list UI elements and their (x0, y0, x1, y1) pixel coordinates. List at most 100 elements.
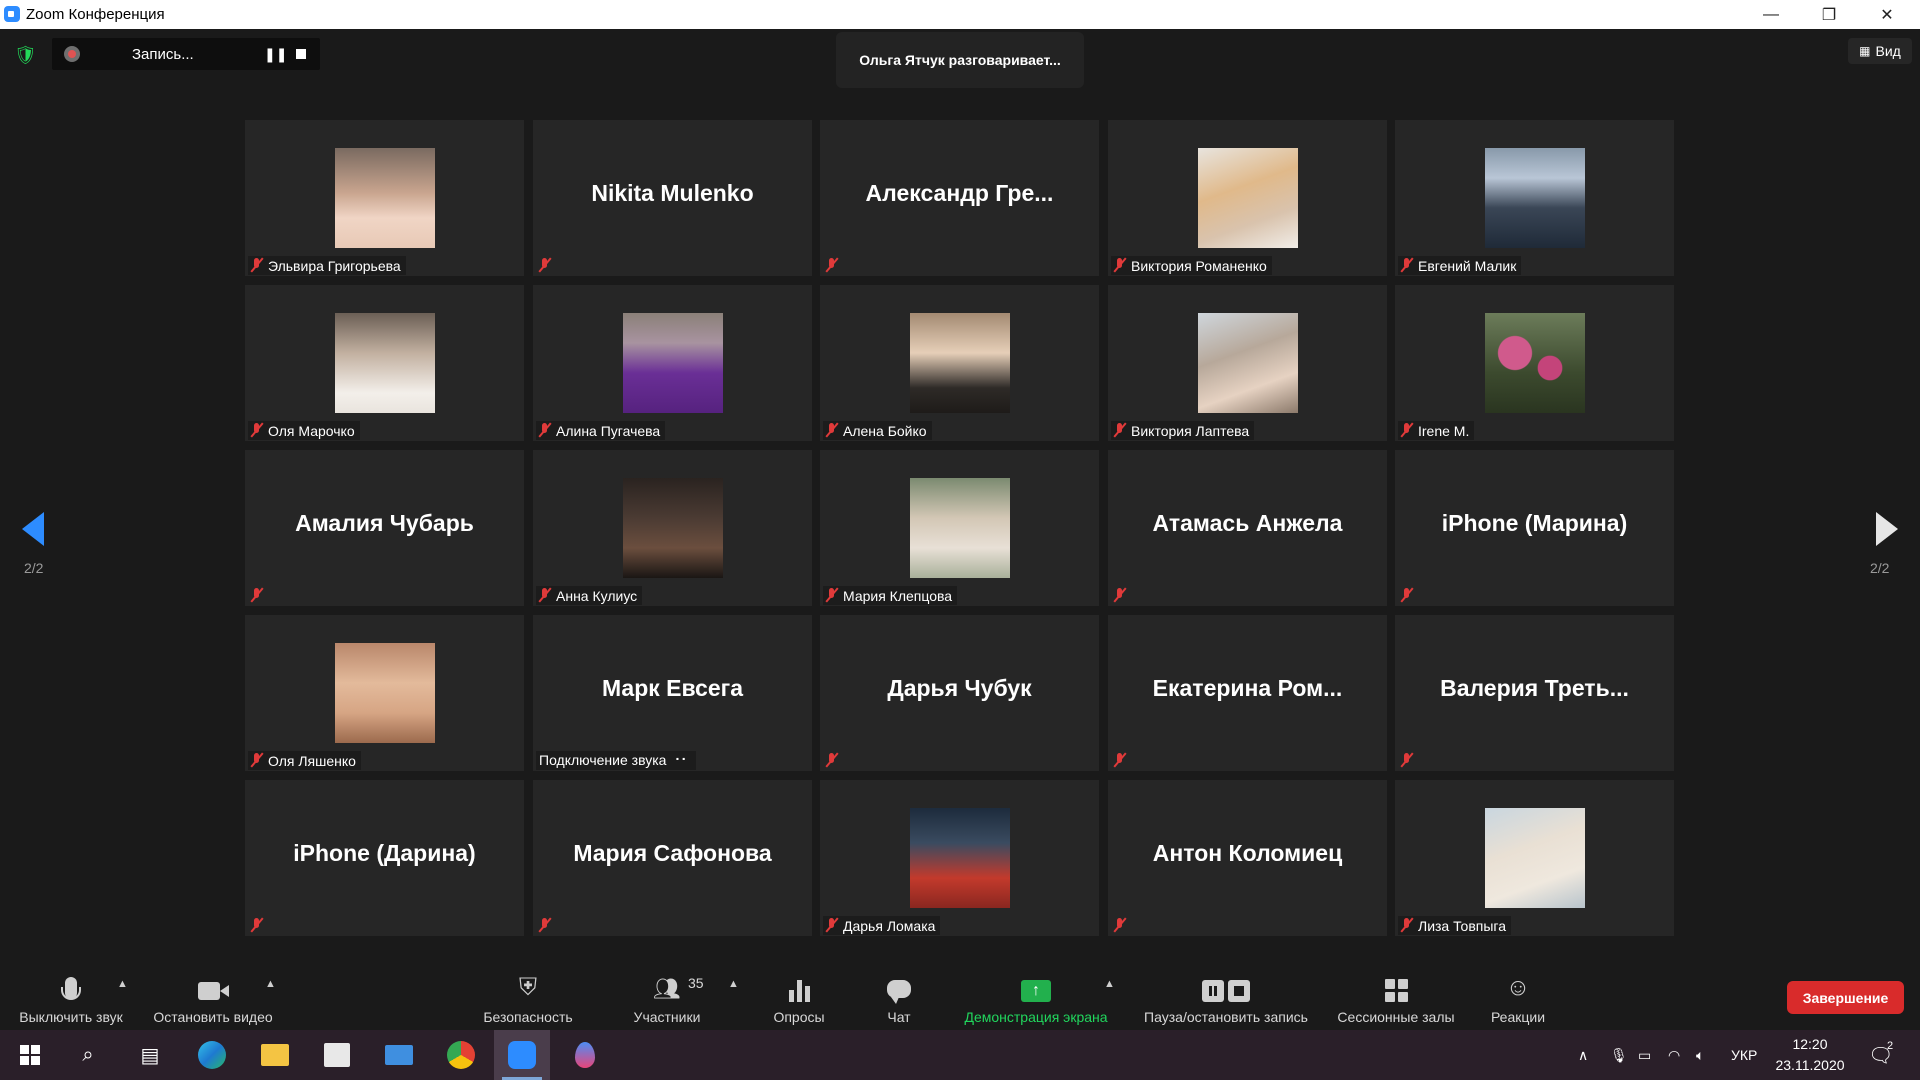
participant-tile[interactable]: Алена Бойко (820, 285, 1099, 441)
tray-volume-icon[interactable]: 🔈︎ (1696, 1030, 1704, 1080)
participant-tile[interactable]: Алина Пугачева (533, 285, 812, 441)
participant-name-label: Алина Пугачева (536, 421, 666, 440)
shield-icon: ⛨ (519, 974, 537, 1001)
participant-tile[interactable]: Екатерина Ром... (1108, 615, 1387, 771)
chat-button[interactable]: Чат (868, 958, 930, 1030)
view-button[interactable]: ▦ Вид (1848, 38, 1912, 64)
window-title: Zoom Конференция (26, 6, 165, 23)
participant-video (335, 148, 435, 248)
participant-tile[interactable]: iPhone (Марина) (1395, 450, 1674, 606)
participant-tile[interactable]: Виктория Романенко (1108, 120, 1387, 276)
window-titlebar: Zoom Конференция — ❐ ✕ (0, 0, 1920, 29)
muted-mic-icon (539, 588, 550, 603)
system-clock[interactable]: 12:20 23.11.2020 (1760, 1034, 1860, 1076)
security-button[interactable]: ⛨ Безопасность (474, 958, 582, 1030)
task-view-icon[interactable]: ▤ (128, 1030, 172, 1080)
muted-mic-icon (1114, 753, 1125, 768)
mail-icon[interactable] (376, 1030, 422, 1080)
tray-battery-icon[interactable]: ▭ (1638, 1030, 1651, 1080)
participant-tile[interactable]: Оля Ляшенко (245, 615, 524, 771)
participant-tile[interactable]: Дарья Ломака (820, 780, 1099, 936)
participant-name-label (248, 916, 267, 935)
edge-browser-icon[interactable] (190, 1030, 234, 1080)
participant-tile[interactable]: Александр Гре... (820, 120, 1099, 276)
muted-mic-icon (539, 918, 550, 933)
participant-tile[interactable]: Nikita Mulenko (533, 120, 812, 276)
end-meeting-button[interactable]: Завершение (1787, 981, 1904, 1014)
file-explorer-icon[interactable] (252, 1030, 298, 1080)
close-button[interactable]: ✕ (1858, 0, 1916, 29)
pause-stop-recording-button[interactable]: Пауза/остановить запись (1134, 958, 1318, 1030)
rooms-label: Сессионные залы (1337, 1009, 1455, 1025)
next-page-arrow-icon[interactable] (1870, 508, 1900, 548)
page-indicator-left: 2/2 (24, 560, 44, 576)
windows-start-icon[interactable] (8, 1030, 52, 1080)
muted-mic-icon (826, 918, 837, 933)
participants-button[interactable]: 👥︎ Участники (618, 958, 716, 1030)
minimize-button[interactable]: — (1742, 0, 1800, 29)
share-screen-button[interactable]: ↑ Демонстрация экрана (956, 958, 1116, 1030)
participant-display-name: Екатерина Ром... (1152, 675, 1343, 701)
pause-recording-button[interactable]: ❚❚ (264, 46, 287, 63)
participant-tile[interactable]: Оля Марочко (245, 285, 524, 441)
muted-mic-icon (1401, 423, 1412, 438)
stop-video-button[interactable]: Остановить видео (146, 958, 280, 1030)
participant-name-label: Евгений Малик (1398, 256, 1522, 275)
participant-display-name: Мария Сафонова (573, 840, 772, 866)
zoom-app-icon (4, 6, 20, 22)
video-options-chevron-icon[interactable]: ▲ (265, 978, 276, 990)
notifications-icon[interactable]: 🗨︎ (1868, 1030, 1893, 1080)
search-icon[interactable]: ⌕ (66, 1030, 110, 1080)
muted-mic-icon (826, 423, 837, 438)
prev-page-arrow-icon[interactable] (20, 508, 50, 548)
participant-tile[interactable]: Амалия Чубарь (245, 450, 524, 606)
participant-name: Эльвира Григорьева (268, 257, 401, 274)
recording-dot-icon (64, 46, 80, 62)
restore-button[interactable]: ❐ (1800, 0, 1858, 29)
audio-options-chevron-icon[interactable]: ▲ (117, 978, 128, 990)
share-options-chevron-icon[interactable]: ▲ (1104, 978, 1115, 990)
language-indicator[interactable]: УКР (1731, 1030, 1757, 1080)
participant-display-name: Дарья Чубук (887, 675, 1032, 701)
store-icon[interactable] (314, 1030, 360, 1080)
tray-wifi-icon[interactable]: ◠ (1668, 1030, 1680, 1080)
participant-tile[interactable]: Irene M. (1395, 285, 1674, 441)
participant-name: Оля Ляшенко (268, 752, 356, 769)
video-label: Остановить видео (153, 1009, 273, 1025)
participant-name: Мария Клепцова (843, 587, 953, 604)
participant-tile[interactable]: Мария Клепцова (820, 450, 1099, 606)
polls-button[interactable]: Опросы (754, 958, 844, 1030)
participant-tile[interactable]: iPhone (Дарина) (245, 780, 524, 936)
participant-tile[interactable]: Виктория Лаптева (1108, 285, 1387, 441)
paint-app-icon[interactable] (560, 1030, 610, 1080)
participant-tile[interactable]: Антон Коломиец (1108, 780, 1387, 936)
recording-label: Запись... (132, 46, 194, 63)
participant-tile[interactable]: Дарья Чубук (820, 615, 1099, 771)
participant-video (1198, 148, 1298, 248)
stop-recording-button[interactable] (296, 49, 306, 59)
tray-chevron-icon[interactable]: ∧ (1578, 1030, 1588, 1080)
tray-microphone-icon[interactable]: 🎙︎ (1610, 1030, 1628, 1080)
participant-name-label (248, 586, 267, 605)
participant-tile[interactable]: Валерия Треть... (1395, 615, 1674, 771)
breakout-rooms-button[interactable]: Сессионные залы (1332, 958, 1460, 1030)
participant-tile[interactable]: Мария Сафонова (533, 780, 812, 936)
security-shield-icon[interactable]: 🛡 (14, 45, 37, 65)
participant-video (1485, 808, 1585, 908)
participant-tile[interactable]: Атамась Анжела (1108, 450, 1387, 606)
reactions-button[interactable]: ☺ Реакции (1480, 958, 1556, 1030)
participant-tile[interactable]: Марк Евсега Подключение звука ⠐⠂ (533, 615, 812, 771)
participant-tile[interactable]: Анна Кулиус (533, 450, 812, 606)
muted-mic-icon (1401, 258, 1412, 273)
participant-tile[interactable]: Евгений Малик (1395, 120, 1674, 276)
participants-options-chevron-icon[interactable]: ▲ (728, 978, 739, 990)
mute-button[interactable]: Выключить звук (10, 958, 132, 1030)
participant-video (1198, 313, 1298, 413)
zoom-taskbar-icon[interactable] (494, 1030, 550, 1080)
security-label: Безопасность (483, 1009, 573, 1025)
participant-tile[interactable]: Эльвира Григорьева (245, 120, 524, 276)
participant-tile[interactable]: Лиза Товпыга (1395, 780, 1674, 936)
participant-display-name: Амалия Чубарь (295, 510, 474, 536)
breakout-rooms-icon (1384, 979, 1408, 1002)
chrome-icon[interactable] (438, 1030, 484, 1080)
